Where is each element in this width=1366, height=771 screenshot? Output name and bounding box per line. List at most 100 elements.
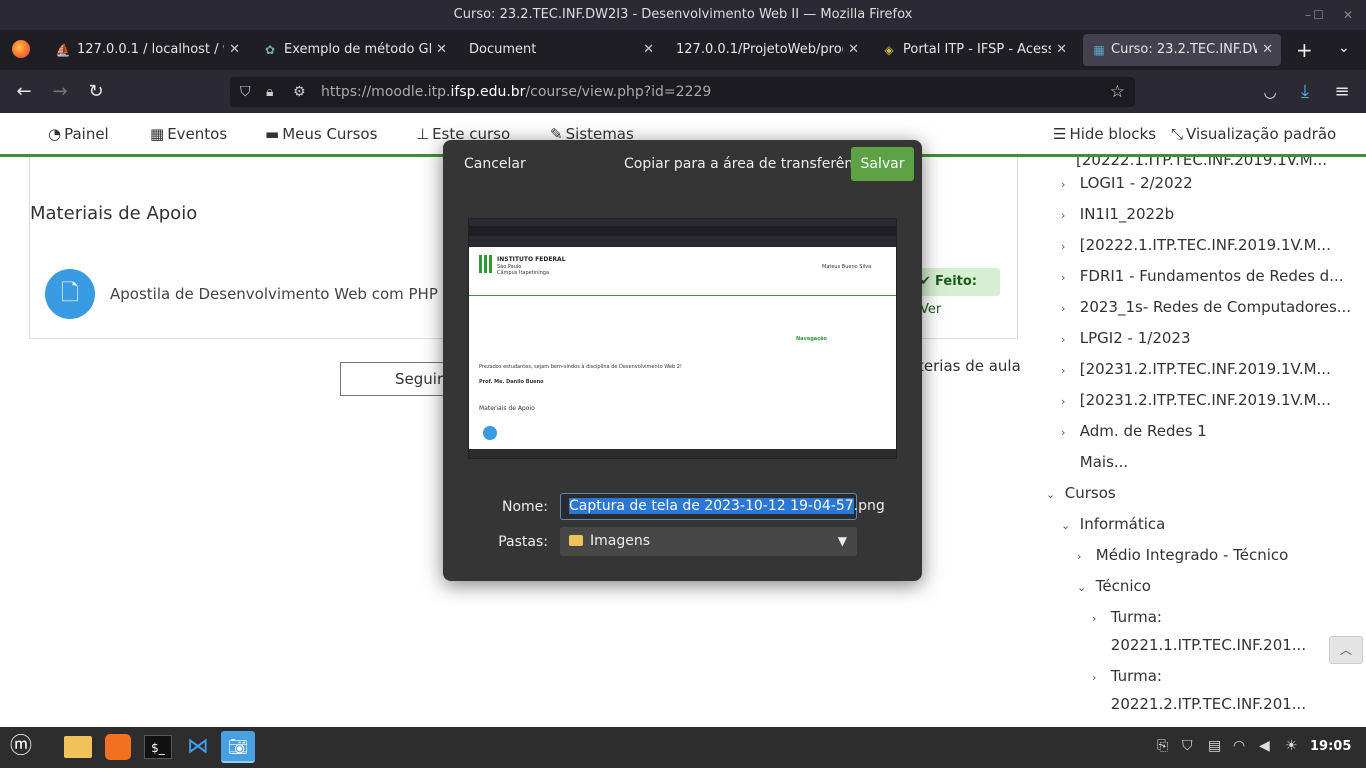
name-label: Nome: [501,499,548,515]
lock-icon[interactable]: 🔒︎ [266,77,273,107]
completion-badge[interactable]: ✔ Feito: Ver [912,268,1000,317]
standard-view-button[interactable]: ⤡ Visualização padrão [1171,125,1336,143]
sidebar-item[interactable]: › [20231.2.ITP.TEC.INF.2019.1V.M... [1061,360,1331,378]
back-icon[interactable]: ← [10,78,38,106]
resource-link[interactable]: Apostila de Desenvolvimento Web com PHP [110,285,438,303]
close-tab-icon[interactable]: ✕ [848,34,859,66]
close-window-icon[interactable]: ✕ [1343,0,1353,30]
preview-navbar [469,286,896,296]
pocket-icon[interactable]: ◡ [1256,78,1284,106]
sidebar-item[interactable]: 20221.2.ITP.TEC.INF.201... [1092,695,1306,713]
brightness-icon[interactable]: ☀ [1285,738,1298,754]
clipboard-icon[interactable]: ⎘ [1157,738,1168,754]
sidebar-item-label: LOGI1 - 2/2022 [1079,174,1193,192]
system-taskbar: ⓜ $_ ⋈ 📷︎ ⎘ ⛉ ▤ ◠ ◀︎ ☀ 19:05 [0,727,1366,768]
tab-exemplo-get[interactable]: ✿ Exemplo de método GET ✕ [262,34,447,66]
preview-titlebar [469,219,896,226]
wifi-icon[interactable]: ◠ [1233,738,1245,754]
list-tabs-icon[interactable]: ⌄ [1338,40,1350,56]
terminal-icon[interactable]: $_ [141,731,175,763]
updates-icon[interactable]: ▤ [1208,738,1221,754]
sidebar-item[interactable]: › 2023_1s- Redes de Computadores... [1061,298,1351,316]
sidebar-item[interactable]: 20221.1.ITP.TEC.INF.201... [1092,636,1306,654]
moodle-icon: ▦ [1093,43,1105,57]
folder-select[interactable]: Imagens ▼ [560,527,857,556]
copy-to-clipboard-button[interactable]: Copiar para a área de transferência [624,156,873,172]
firefox-menu-icon[interactable] [12,40,30,58]
tab-document[interactable]: Document ✕ [469,34,654,66]
file-pdf-icon: 🗋 [45,269,95,319]
screenshot-preview: INSTITUTO FEDERAL São Paulo Câmpus Itape… [468,218,897,459]
shield-icon[interactable]: ⛉ [240,77,251,107]
sidebar-item[interactable]: ⌄ Cursos [1046,484,1116,502]
sidebar-item[interactable]: › Turma: [1092,667,1162,685]
next-section-button[interactable]: Seguir [340,362,450,396]
tab-phpmyadmin[interactable]: ⛵ 127.0.0.1 / localhost / we ✕ [55,34,240,66]
downloads-icon[interactable]: ⤓ [1291,78,1319,106]
forward-icon[interactable]: → [46,78,74,106]
screenshot-app-icon[interactable]: 📷︎ [221,731,255,763]
minimize-icon[interactable]: – [1305,0,1311,30]
sidebar-item[interactable]: ⌄ Informática [1061,515,1165,533]
url-bar[interactable]: ⛉ 🔒︎ ⚙ https://moodle.itp.ifsp.edu.br/co… [230,77,1135,107]
next-activity-link[interactable]: terias de aula [918,357,1021,375]
close-tab-icon[interactable]: ✕ [643,34,654,66]
sidebar-item-label: IN1I1_2022b [1079,205,1175,223]
filename-input[interactable]: Captura de tela de 2023-10-12 19-04-57.p… [560,493,885,520]
sidebar-item[interactable]: ⌄ Técnico [1077,577,1151,595]
nav-painel[interactable]: ◔ Painel [48,125,109,143]
clock[interactable]: 19:05 [1310,739,1351,754]
hide-blocks-button[interactable]: ☰ Hide blocks [1053,125,1156,143]
back-to-top-button[interactable]: ︿ [1329,636,1363,664]
maximize-icon[interactable]: ☐ [1313,0,1324,30]
bookmark-star-icon[interactable]: ☆ [1110,77,1125,107]
dashboard-icon: ◔ [48,125,62,143]
sidebar-item[interactable]: Mais... [1061,453,1128,471]
tab-curso-active[interactable]: ▦ Curso: 23.2.TEC.INF.DW2I ✕ [1083,34,1281,66]
volume-icon[interactable]: ◀︎ [1259,738,1270,754]
section-title: Materiais de Apoio [30,203,198,224]
nav-eventos[interactable]: ▦ Eventos [150,125,227,143]
folder-value: Imagens [590,533,651,549]
sidebar-item-label: FDRI1 - Fundamentos de Redes d... [1079,267,1344,285]
sidebar-item[interactable]: › [20222.1.ITP.TEC.INF.2019.1V.M... [1061,236,1331,254]
close-tab-icon[interactable]: ✕ [1056,34,1067,66]
shield-tray-icon[interactable]: ⛉ [1182,738,1193,754]
cancel-button[interactable]: Cancelar [464,156,526,172]
sidebar-item[interactable]: › [20231.2.ITP.TEC.INF.2019.1V.M... [1061,391,1331,409]
sidebar-item[interactable]: › Médio Integrado - Técnico [1077,546,1288,564]
tab-projetoweb[interactable]: 127.0.0.1/ProjetoWeb/produ ✕ [676,34,859,66]
files-icon[interactable] [61,731,95,763]
tab-bar: ⛵ 127.0.0.1 / localhost / we ✕ ✿ Exemplo… [0,30,1366,70]
new-tab-icon[interactable]: + [1296,38,1313,62]
close-tab-icon[interactable]: ✕ [229,34,240,66]
save-button[interactable]: Salvar [851,147,914,181]
permissions-icon[interactable]: ⚙ [293,77,306,107]
sidebar-item[interactable]: › LPGI2 - 1/2023 [1061,329,1191,347]
nav-meus-cursos[interactable]: ▬ Meus Cursos [265,125,377,143]
sidebar-item[interactable]: › Turma: [1092,608,1162,626]
sidebar-item[interactable]: › Adm. de Redes 1 [1061,422,1207,440]
sidebar-item-cut[interactable]: [20222.1.ITP.TEC.INF.2019.1V.M... [1076,157,1327,169]
chevron-down-icon: ⌄ [1046,488,1056,501]
sidebar-item-label: Técnico [1095,577,1151,595]
sidebar-item[interactable]: › IN1I1_2022b [1061,205,1174,223]
vscode-icon[interactable]: ⋈ [181,731,215,763]
firefox-taskbar-icon[interactable] [101,731,135,763]
sidebar-item[interactable]: › LOGI1 - 2/2022 [1061,174,1193,192]
chevron-right-icon: › [1061,240,1066,253]
chevron-right-icon: › [1092,612,1097,625]
reload-icon[interactable]: ↻ [82,78,110,106]
url-text: https://moodle.itp.ifsp.edu.br/course/vi… [321,84,712,100]
preview-file-icon [483,426,497,440]
mint-menu-icon[interactable]: ⓜ [4,731,38,763]
preview-user: Mateus Bueno Silva [822,264,872,270]
close-tab-icon[interactable]: ✕ [1262,34,1273,66]
close-tab-icon[interactable]: ✕ [436,34,447,66]
hamburger-menu-icon[interactable]: ≡ [1328,78,1356,106]
folder-icon [569,535,583,546]
sidebar-item[interactable]: › FDRI1 - Fundamentos de Redes d... [1061,267,1343,285]
chevron-right-icon: › [1061,426,1066,439]
tab-portal-itp[interactable]: ◈ Portal ITP - IFSP - Acesso ✕ [881,34,1067,66]
dropdown-arrow-icon: ▼ [837,534,847,548]
